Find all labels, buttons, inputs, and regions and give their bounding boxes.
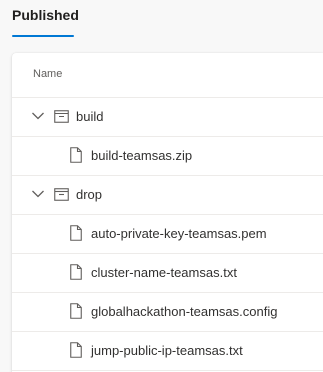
tree-row-folder-drop[interactable]: drop <box>12 176 323 215</box>
tree-row-folder-build[interactable]: build <box>12 98 323 137</box>
tab-bar: Published <box>0 0 323 38</box>
file-icon <box>70 147 82 163</box>
folder-icon <box>54 188 69 201</box>
active-tab-indicator <box>12 35 74 37</box>
tab-published[interactable]: Published <box>12 7 79 34</box>
table-header: Name <box>12 53 323 98</box>
tree-row-label: jump-public-ip-teamsas.txt <box>91 343 243 358</box>
file-icon <box>70 303 82 319</box>
column-header-name[interactable]: Name <box>33 68 62 80</box>
chevron-down-icon[interactable] <box>31 111 45 121</box>
file-icon <box>70 342 82 358</box>
tree-row-file[interactable]: build-teamsas.zip <box>12 137 323 176</box>
artifacts-panel: Name build build-teamsas.zip drop auto-p… <box>12 53 323 372</box>
tree-row-file[interactable]: jump-public-ip-teamsas.txt <box>12 332 323 371</box>
tree-row-label: drop <box>76 187 103 202</box>
tree-row-label: build <box>76 109 104 124</box>
tree-row-file[interactable]: auto-private-key-teamsas.pem <box>12 215 323 254</box>
tree-row-label: cluster-name-teamsas.txt <box>91 265 237 280</box>
file-icon <box>70 225 82 241</box>
tree-row-file[interactable]: cluster-name-teamsas.txt <box>12 254 323 293</box>
chevron-down-icon[interactable] <box>31 189 45 199</box>
tree-row-label: build-teamsas.zip <box>91 148 193 163</box>
tree-row-label: auto-private-key-teamsas.pem <box>91 226 267 241</box>
tree-row-label: globalhackathon-teamsas.config <box>91 304 278 319</box>
tree-row-file[interactable]: globalhackathon-teamsas.config <box>12 293 323 332</box>
folder-icon <box>54 110 69 123</box>
file-icon <box>70 264 82 280</box>
